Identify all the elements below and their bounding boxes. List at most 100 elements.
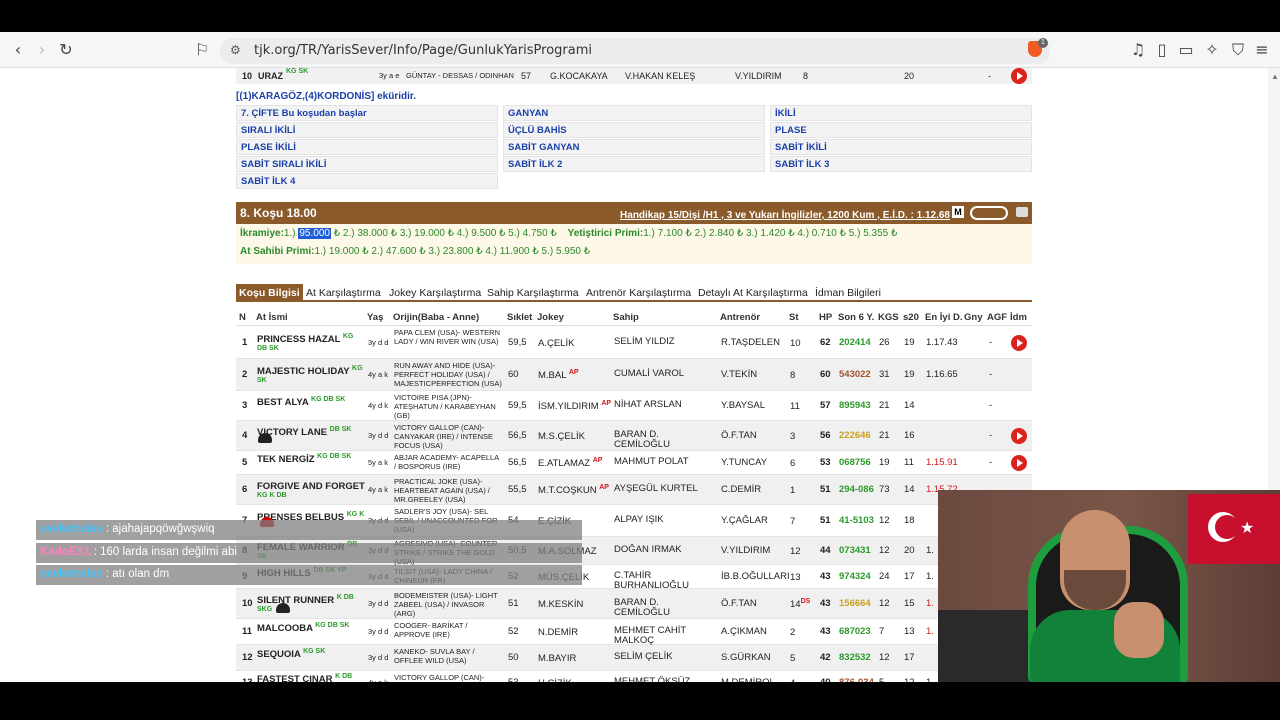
- leo-ai-icon[interactable]: ✧: [1202, 40, 1222, 60]
- bet-link[interactable]: SABİT GANYAN: [503, 139, 765, 155]
- jockey[interactable]: G.KOCAKAYA: [550, 71, 608, 81]
- table-row[interactable]: 11 MALCOOBA KG DB SK 3y d d COOGER- BARİKAT…: [236, 619, 1032, 646]
- bet-link[interactable]: SABİT İLK 4: [236, 173, 498, 189]
- jockey[interactable]: M.BAYIR: [538, 653, 576, 664]
- horse-name[interactable]: MAJESTIC HOLIDAY: [257, 366, 349, 377]
- col-header[interactable]: KGS: [878, 312, 899, 323]
- trainer[interactable]: Y.BAYSAL: [721, 400, 765, 411]
- video-play-icon[interactable]: [1011, 335, 1027, 351]
- table-row[interactable]: 2 MAJESTIC HOLIDAY KG SK 4y a k RUN AWAY AND…: [236, 359, 1032, 391]
- horse-name[interactable]: SEQUOIA: [257, 649, 300, 660]
- last-six-races[interactable]: 222646: [839, 430, 871, 441]
- last-six-races[interactable]: 41-5103: [839, 515, 874, 526]
- horse-name-link[interactable]: FASTEST ÇINAR K DB: [257, 673, 352, 682]
- jockey-link[interactable]: A.ÇELİK: [538, 337, 574, 349]
- horse-name[interactable]: FORGIVE AND FORGET: [257, 481, 365, 492]
- scroll-up-arrow-icon[interactable]: ▲: [1271, 72, 1279, 81]
- table-row[interactable]: 3 BEST ALYA KG DB SK 4y d k VICTOIRE PISA (…: [236, 391, 1032, 421]
- bet-link[interactable]: SABİT İKİLİ: [770, 139, 1032, 155]
- col-header[interactable]: St: [789, 312, 799, 323]
- horse-name[interactable]: BEST ALYA: [257, 397, 308, 408]
- horse-name[interactable]: FASTEST ÇINAR: [257, 674, 332, 682]
- printer-icon[interactable]: [1016, 207, 1028, 217]
- col-header[interactable]: Yaş: [367, 312, 383, 323]
- race-info[interactable]: Handikap 15/Dişi /H1 , 3 ve Yukarı İngil…: [620, 210, 950, 221]
- jockey[interactable]: M.S.ÇELİK: [538, 431, 585, 442]
- tab-idman-bilgileri[interactable]: İdman Bilgileri: [812, 284, 884, 302]
- col-header[interactable]: Sahip: [613, 312, 639, 323]
- table-row[interactable]: 12 SEQUOIA KG SK 3y d d KANEKO- SUVLA BAY /…: [236, 645, 1032, 671]
- horse-origin[interactable]: COOGER- BARİKAT / APPROVE (IRE): [394, 621, 502, 639]
- media-icon[interactable]: ♫: [1128, 40, 1148, 60]
- jockey-link[interactable]: M.S.ÇELİK: [538, 430, 585, 442]
- trainer[interactable]: V.YILDIRIM: [735, 71, 782, 81]
- horse-name[interactable]: SILENT RUNNER: [257, 595, 334, 606]
- vpn-icon[interactable]: ⛉: [1228, 40, 1248, 60]
- owner[interactable]: AYŞEGÜL KURTEL: [614, 484, 714, 494]
- last-six-races[interactable]: 687023: [839, 626, 871, 637]
- horse-name-link[interactable]: TEK NERGİZ KG DB SK: [257, 453, 351, 465]
- col-header[interactable]: AGF: [987, 312, 1007, 323]
- owner[interactable]: V.HAKAN KELEŞ: [625, 71, 695, 81]
- trainer[interactable]: Ö.F.TAN: [721, 430, 757, 441]
- col-header[interactable]: Jokey: [537, 312, 564, 323]
- col-header[interactable]: Antrenör: [720, 312, 760, 323]
- owner[interactable]: MEHMET CAHİT MALKOÇ: [614, 626, 714, 646]
- jockey[interactable]: M.BAL: [538, 370, 566, 381]
- horse-name-link[interactable]: SEQUOIA KG SK: [257, 648, 325, 660]
- horse-origin[interactable]: RUN AWAY AND HIDE (USA)- PERFECT HOLIDAY…: [394, 361, 502, 388]
- table-row[interactable]: 10 SILENT RUNNER K DB SKG 3y d d BODEMEISTER…: [236, 589, 1032, 619]
- video-play-icon[interactable]: [1011, 455, 1027, 471]
- jockey-link[interactable]: E.ATLAMAZ AP: [538, 457, 602, 469]
- site-settings-icon[interactable]: ⚙: [230, 43, 241, 57]
- col-header[interactable]: At İsmi: [256, 312, 288, 323]
- last-six-races[interactable]: 974324: [839, 571, 871, 582]
- col-header[interactable]: İdm: [1010, 312, 1027, 323]
- tab-at-karsilastirma[interactable]: At Karşılaştırma: [303, 284, 384, 302]
- owner[interactable]: ALPAY IŞIK: [614, 515, 714, 525]
- jockey[interactable]: M.T.COŞKUN: [538, 485, 597, 496]
- col-header[interactable]: En İyi D.: [925, 312, 962, 323]
- owner[interactable]: BARAN D. CEMİLOĞLU: [614, 430, 714, 450]
- last-six-races[interactable]: 832532: [839, 652, 871, 663]
- trainer[interactable]: C.DEMİR: [721, 484, 761, 495]
- trainer[interactable]: A.ÇIKMAN: [721, 626, 767, 637]
- col-header[interactable]: HP: [819, 312, 832, 323]
- horse-name-link[interactable]: PRINCESS HAZAL KG: [257, 333, 353, 345]
- table-row[interactable]: 13FASTEST ÇINAR K DB4y a kVICTORY GALLOP…: [236, 671, 1032, 682]
- wallet-icon[interactable]: ▭: [1176, 40, 1196, 60]
- trainer[interactable]: V.TEKİN: [721, 369, 757, 380]
- horse-origin[interactable]: VICTORY GALLOP (CAN)- CANYAKAR (IRE) / I…: [394, 423, 502, 450]
- horse-origin[interactable]: VICTORY GALLOP (CAN)- MAGNOLIA / OCEAN C…: [394, 673, 502, 682]
- bet-link[interactable]: GANYAN: [503, 105, 765, 121]
- m-icon[interactable]: M: [952, 206, 964, 218]
- last-six-races[interactable]: 068756: [839, 457, 871, 468]
- tab-antrenor-karsilastirma[interactable]: Antrenör Karşılaştırma: [583, 284, 694, 302]
- bet-link[interactable]: SIRALI İKİLİ: [236, 122, 498, 138]
- horse-origin[interactable]: PRACTICAL JOKE (USA)- HEARTBEAT AGAIN (U…: [394, 477, 502, 504]
- trainer[interactable]: S.GÜRKAN: [721, 652, 771, 663]
- video-play-icon[interactable]: [1011, 68, 1027, 84]
- owner[interactable]: DOĞAN IRMAK: [614, 545, 714, 555]
- tab-jokey-karsilastirma[interactable]: Jokey Karşılaştırma: [386, 284, 484, 302]
- table-row[interactable]: 4 VICTORY LANE DB SK 3y d d VICTORY GALLOP …: [236, 421, 1032, 451]
- horse-name[interactable]: TEK NERGİZ: [257, 454, 315, 465]
- last-six-races[interactable]: 073431: [839, 545, 871, 556]
- jockey[interactable]: N.DEMİR: [538, 627, 578, 638]
- trainer[interactable]: İB.B.OĞULLARI: [721, 571, 790, 582]
- tab-kosu-bilgisi[interactable]: Koşu Bilgisi: [236, 284, 303, 302]
- reload-icon[interactable]: ↻: [56, 40, 76, 60]
- address-bar[interactable]: ⚙ tjk.org/TR/YarisSever/Info/Page/Gunluk…: [220, 38, 1050, 64]
- forward-icon[interactable]: ›: [32, 40, 52, 60]
- bookmark-icon[interactable]: ⚐: [192, 40, 212, 60]
- jockey[interactable]: A.ÇELİK: [538, 338, 574, 349]
- horse-origin[interactable]: BODEMEISTER (USA)- LIGHT ZABEEL (USA) / …: [394, 591, 502, 618]
- bet-link[interactable]: SABİT İLK 3: [770, 156, 1032, 172]
- owner[interactable]: BARAN D. CEMİLOĞLU: [614, 598, 714, 618]
- horse-name[interactable]: URAZ: [258, 71, 283, 81]
- last-six-races[interactable]: 543022: [839, 369, 871, 380]
- jockey[interactable]: M.KESKİN: [538, 599, 583, 610]
- prize-1-selected[interactable]: 95.000: [298, 228, 331, 239]
- jockey[interactable]: E.ATLAMAZ: [538, 458, 590, 469]
- horse-name[interactable]: MALCOOBA: [257, 623, 313, 634]
